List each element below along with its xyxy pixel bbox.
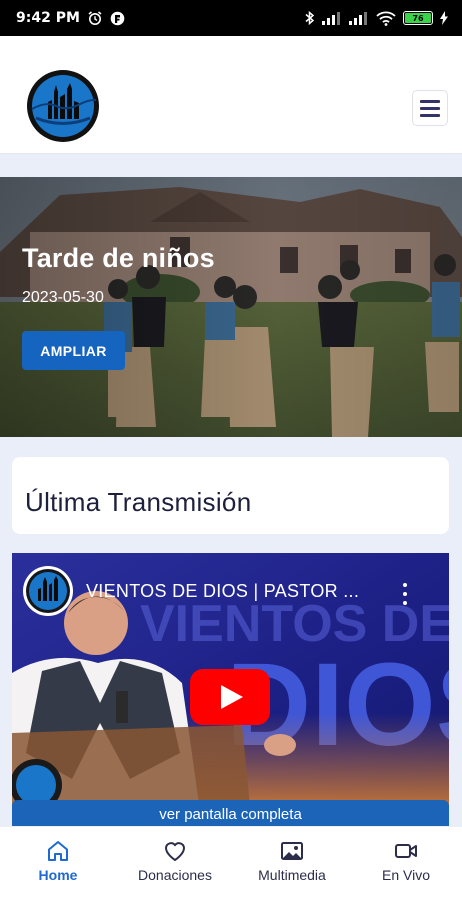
hero-title: Tarde de niños — [22, 243, 215, 273]
image-icon — [281, 842, 303, 860]
menu-line — [420, 113, 440, 117]
video-title: VIENTOS DE DIOS | PASTOR ... — [86, 581, 360, 601]
signal-icon — [322, 11, 342, 25]
nav-item-donaciones[interactable]: Donaciones — [116, 827, 234, 900]
menu-line — [420, 106, 440, 110]
fullscreen-button[interactable]: ver pantalla completa — [12, 800, 449, 826]
menu-line — [420, 99, 440, 103]
battery-level: 76 — [405, 13, 431, 23]
hero-date: 2023-05-30 — [22, 289, 104, 306]
charging-icon — [440, 11, 448, 25]
section-title: Última Transmisión — [25, 487, 252, 517]
section-card: Última Transmisión — [12, 457, 449, 534]
video-more-options-icon[interactable] — [400, 583, 410, 605]
hamburger-menu-button[interactable] — [412, 90, 448, 126]
alarm-icon — [87, 10, 103, 26]
ampliar-button[interactable]: AMPLIAR — [22, 331, 125, 370]
bluetooth-icon — [305, 10, 315, 26]
nav-label-multimedia: Multimedia — [258, 867, 326, 883]
nav-label-donaciones: Donaciones — [138, 867, 212, 883]
nav-label-home: Home — [38, 867, 78, 883]
hero-photo — [0, 177, 462, 437]
video-camera-icon — [395, 844, 417, 858]
heart-icon — [165, 842, 185, 861]
church-logo[interactable] — [26, 69, 100, 143]
nav-item-multimedia[interactable]: Multimedia — [234, 827, 350, 900]
nav-item-home[interactable]: Home — [0, 827, 116, 900]
play-button[interactable] — [190, 669, 270, 725]
hero-banner — [0, 177, 462, 437]
battery-icon: 76 — [403, 11, 433, 25]
app-header — [0, 36, 462, 154]
video-player[interactable]: VIENTOS DE DIOS VIENTOS DE DIOS | PASTOR… — [12, 553, 449, 825]
video-channel-avatar[interactable] — [22, 565, 74, 617]
wifi-icon — [376, 11, 396, 26]
app-notification-icon — [110, 11, 125, 26]
status-time: 9:42 PM — [16, 10, 80, 26]
bottom-nav: Home Donaciones Multimedia En Vivo — [0, 826, 462, 900]
home-icon — [48, 841, 68, 861]
nav-label-en-vivo: En Vivo — [382, 867, 430, 883]
signal-icon — [349, 11, 369, 25]
nav-item-en-vivo[interactable]: En Vivo — [350, 827, 462, 900]
status-bar: 9:42 PM 76 — [0, 0, 462, 36]
